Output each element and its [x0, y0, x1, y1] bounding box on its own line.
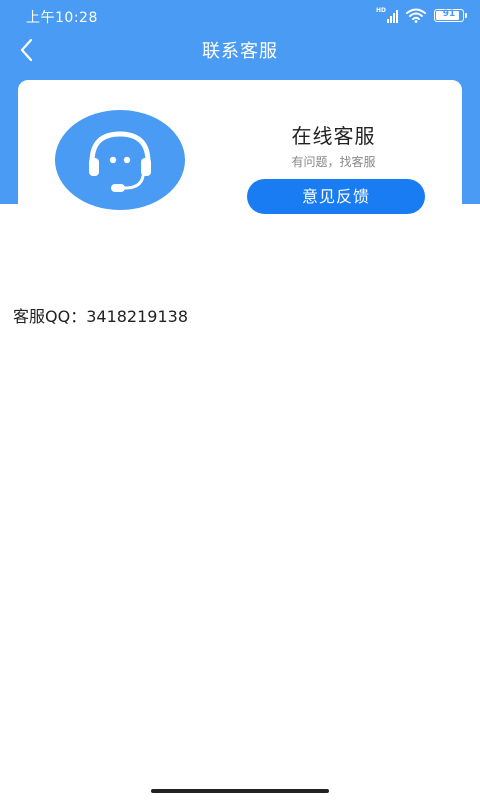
qq-label: 客服QQ：: [13, 307, 87, 326]
status-bar: 上午10:28 HD 91: [0, 0, 480, 32]
card-subtitle: 有问题，找客服: [291, 155, 376, 169]
feedback-button[interactable]: 意见反馈: [247, 179, 425, 214]
cellular-signal-icon: HD: [376, 6, 398, 23]
page-title: 联系客服: [202, 41, 278, 62]
battery-icon: 91: [434, 9, 467, 22]
home-indicator[interactable]: [151, 789, 329, 793]
qq-number: 3418219138: [86, 307, 188, 326]
headset-icon: [89, 131, 151, 192]
card-title: 在线客服: [291, 124, 376, 148]
status-time: 上午10:28: [26, 10, 98, 26]
battery-level: 91: [442, 9, 456, 19]
service-avatar: [55, 110, 185, 210]
signal-hd-badge: HD: [376, 6, 387, 14]
wifi-icon: [406, 8, 426, 23]
nav-bar: 联系客服: [0, 32, 480, 66]
customer-service-card: 在线客服 有问题，找客服 意见反馈: [18, 80, 462, 220]
qq-contact-line: 客服QQ：3418219138: [13, 303, 188, 327]
status-icons: HD 91: [376, 6, 467, 23]
